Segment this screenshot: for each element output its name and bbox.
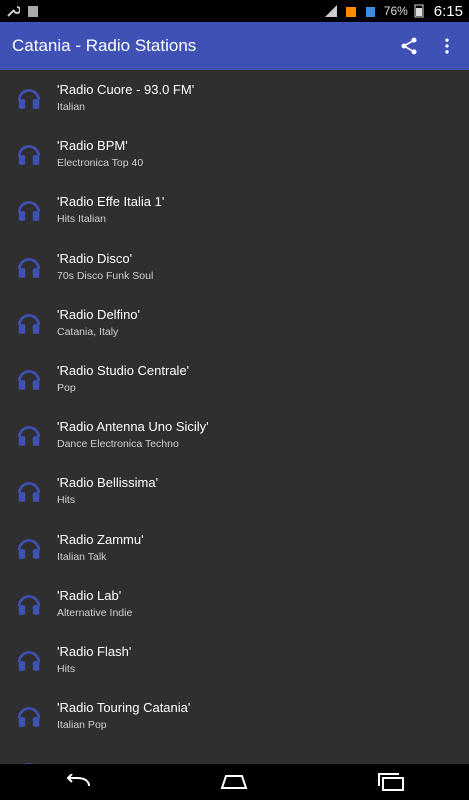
- station-name: 'Radio Delfino': [57, 306, 141, 322]
- station-item[interactable]: 'Radio Amore Rock': [0, 744, 469, 764]
- station-name: 'Radio Effe Italia 1': [57, 194, 165, 210]
- station-name: 'Radio Cuore - 93.0 FM': [57, 82, 195, 98]
- back-icon: [66, 774, 91, 787]
- headphones-icon: [17, 482, 41, 503]
- navigation-bar: [0, 764, 469, 800]
- station-name: 'Radio Flash': [57, 643, 132, 659]
- station-genre: Hits: [57, 662, 76, 675]
- headphones-icon: [17, 707, 41, 727]
- station-item[interactable]: 'Radio Antenna Uno Sicily' Dance Electron…: [0, 407, 469, 463]
- station-item[interactable]: 'Radio BPM' Electronica Top 40: [0, 126, 469, 182]
- recents-icon: [377, 773, 404, 791]
- headphones-icon: [17, 370, 41, 390]
- station-name: 'Radio Bellissima': [57, 475, 159, 491]
- app-bar: Catania - Radio Stations: [0, 22, 469, 70]
- battery-warning-icon: [344, 4, 358, 18]
- station-name: 'Radio BPM': [57, 138, 128, 154]
- station-genre: Hits: [57, 494, 76, 507]
- station-item[interactable]: 'Radio Flash' Hits: [0, 632, 469, 688]
- station-item[interactable]: 'Radio Lab' Alternative Indie: [0, 576, 469, 632]
- station-item[interactable]: 'Radio Studio Centrale' Pop: [0, 351, 469, 407]
- signal-icon: [324, 4, 338, 18]
- home-icon: [221, 775, 248, 789]
- page-title: Catania - Radio Stations: [12, 36, 197, 55]
- headphones-icon: [17, 145, 41, 166]
- share-button[interactable]: [397, 34, 421, 58]
- headphones-icon: [17, 594, 41, 615]
- station-genre: Electronica Top 40: [57, 157, 144, 170]
- recents-button[interactable]: [371, 770, 411, 794]
- station-item[interactable]: 'Radio Zammu' Italian Talk: [0, 520, 469, 576]
- station-genre: Italian: [57, 101, 86, 114]
- notification-icon: [26, 4, 40, 18]
- station-genre: Pop: [57, 382, 76, 395]
- station-genre: 70s Disco Funk Soul: [57, 269, 154, 282]
- station-name: 'Radio Lab': [57, 587, 122, 603]
- headphones-icon: [17, 257, 41, 278]
- station-name: 'Radio Touring Catania': [57, 700, 191, 716]
- station-name: 'Radio Disco': [57, 250, 133, 266]
- headphones-icon: [17, 651, 41, 671]
- station-name: 'Radio Antenna Uno Sicily': [57, 419, 209, 435]
- station-item[interactable]: 'Radio Cuore - 93.0 FM' Italian: [0, 70, 469, 126]
- station-item[interactable]: 'Radio Bellissima' Hits: [0, 463, 469, 519]
- headphones-icon: [17, 426, 41, 447]
- station-item[interactable]: 'Radio Effe Italia 1' Hits Italian: [0, 182, 469, 238]
- station-genre: Alternative Indie: [57, 606, 133, 619]
- station-name: 'Radio Studio Centrale': [57, 363, 190, 379]
- headphones-icon: [17, 201, 41, 222]
- station-genre: Italian Talk: [57, 550, 107, 563]
- wrench-icon: [6, 4, 21, 18]
- station-genre: Hits Italian: [57, 213, 107, 226]
- battery-icon: [414, 4, 428, 18]
- station-list: 'Radio Cuore - 93.0 FM' Italian 'Radio BPM…: [0, 70, 469, 764]
- back-button[interactable]: [58, 770, 98, 794]
- station-item[interactable]: 'Radio Touring Catania' Italian Pop: [0, 688, 469, 744]
- clock: 6:15: [433, 2, 463, 20]
- station-genre: Catania, Italy: [57, 325, 119, 338]
- home-button[interactable]: [214, 770, 254, 794]
- headphones-icon: [17, 89, 41, 109]
- station-genre: Dance Electronica Techno: [57, 438, 179, 451]
- more-vert-icon: [445, 38, 449, 54]
- status-bar: 76% 6:15: [0, 0, 469, 22]
- station-genre: Italian Pop: [57, 719, 107, 732]
- share-icon: [401, 37, 417, 55]
- battery-percent: 76%: [383, 4, 408, 18]
- headphones-icon: [17, 538, 41, 559]
- sim-icon: [364, 4, 378, 18]
- station-name: 'Radio Zammu': [57, 531, 144, 547]
- headphones-icon: [17, 313, 41, 334]
- station-item[interactable]: 'Radio Delfino' Catania, Italy: [0, 295, 469, 351]
- more-options-button[interactable]: [435, 34, 459, 58]
- station-item[interactable]: 'Radio Disco' 70s Disco Funk Soul: [0, 239, 469, 295]
